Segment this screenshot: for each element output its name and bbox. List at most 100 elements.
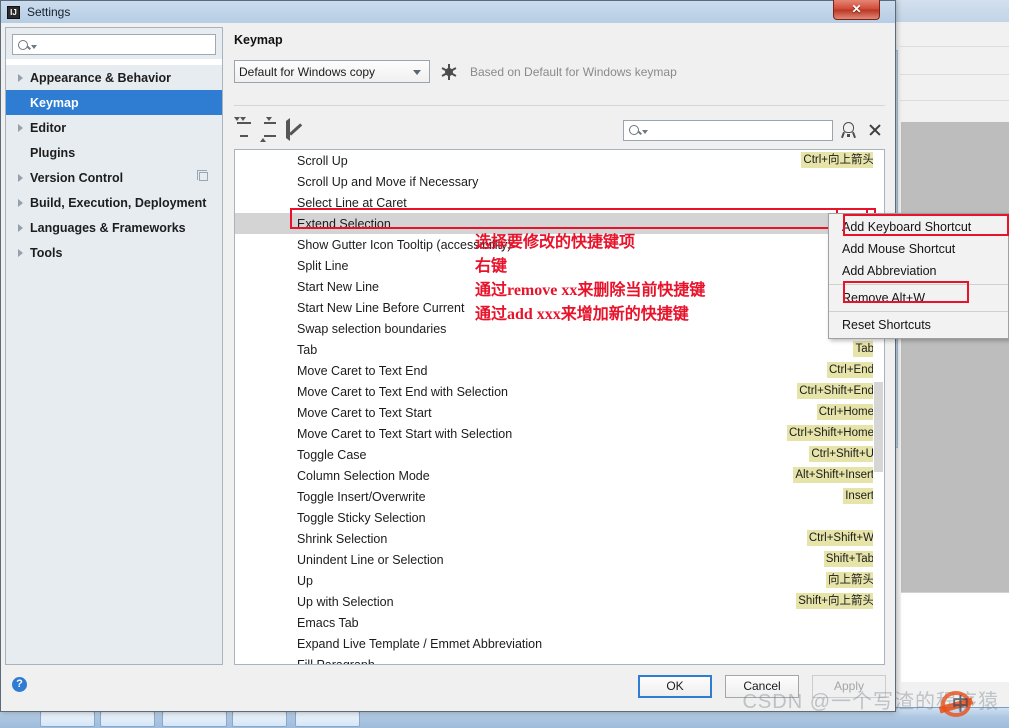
table-row[interactable]: Column Selection ModeAlt+Shift+Insert (235, 465, 884, 486)
annotation-box-remove-shortcut (843, 281, 969, 303)
table-row[interactable]: Scroll UpCtrl+向上箭头 (235, 150, 884, 171)
table-row[interactable]: Unindent Line or Selection Shift+Tab (235, 549, 884, 570)
shortcut-badge: 向上箭头 (826, 572, 876, 588)
sidebar-item-build-execution-deployment[interactable]: Build, Execution, Deployment (6, 190, 222, 215)
action-name: Move Caret to Text End (297, 364, 427, 378)
shortcut-badge: Ctrl+End (827, 362, 876, 378)
action-name: Toggle Sticky Selection (297, 511, 426, 525)
action-name: Start New Line (297, 280, 379, 294)
chevron-right-icon[interactable] (18, 224, 23, 232)
action-name: Toggle Insert/Overwrite (297, 490, 426, 504)
clear-filter-close-icon[interactable] (865, 121, 885, 139)
chevron-right-icon[interactable] (18, 74, 23, 82)
gear-icon[interactable] (442, 65, 456, 79)
sidebar-item-plugins[interactable]: Plugins (6, 140, 222, 165)
annotation-line: 通过remove xx来删除当前快捷键 (475, 276, 705, 300)
table-row[interactable]: Shrink Selection Ctrl+Shift+W (235, 528, 884, 549)
sidebar-item-keymap[interactable]: Keymap (6, 90, 222, 115)
action-name: Fill Paragraph (297, 658, 375, 666)
shortcut-badge: Shift+向上箭头 (796, 593, 876, 609)
sidebar-item-label: Editor (30, 121, 66, 135)
annotation-box-selected-row (290, 208, 876, 229)
table-row[interactable]: Scroll Up and Move if Necessary (235, 171, 884, 192)
table-row[interactable]: Move Caret to Text StartCtrl+Home (235, 402, 884, 423)
action-name: Tab (297, 343, 317, 357)
sidebar-item-version-control[interactable]: Version Control (6, 165, 222, 190)
background-divider (889, 100, 1009, 101)
shortcut-badge: Ctrl+Shift+U (809, 446, 876, 462)
list-scrollbar-thumb[interactable] (874, 382, 883, 472)
action-name: Split Line (297, 259, 348, 273)
collapse-all-icon[interactable] (260, 121, 280, 139)
app-icon: IJ (7, 6, 20, 19)
taskbar-button[interactable] (100, 711, 155, 727)
table-row[interactable]: Fill Paragraph (235, 654, 884, 665)
action-name: Unindent Line or Selection (297, 553, 444, 567)
sidebar-item-languages-frameworks[interactable]: Languages & Frameworks (6, 215, 222, 240)
action-name: Toggle Case (297, 448, 367, 462)
taskbar-button[interactable] (232, 711, 287, 727)
action-name: Column Selection Mode (297, 469, 430, 483)
keymap-select-value: Default for Windows copy (239, 65, 375, 79)
sidebar-item-label: Tools (30, 246, 62, 260)
shortcut-badge: Ctrl+Home (817, 404, 876, 420)
table-row[interactable]: Up 向上箭头 (235, 570, 884, 591)
sidebar-item-tools[interactable]: Tools (6, 240, 222, 265)
table-row[interactable]: TabTab (235, 339, 884, 360)
menu-item-add-mouse-shortcut[interactable]: Add Mouse Shortcut (829, 238, 1008, 260)
shortcut-badge: Ctrl+Shift+Home (787, 425, 876, 441)
shortcut-badge: Ctrl+Shift+W (807, 530, 876, 546)
action-name: Scroll Up and Move if Necessary (297, 175, 478, 189)
expand-all-icon[interactable] (234, 121, 254, 139)
close-icon[interactable]: ✕ (833, 0, 880, 20)
sidebar-item-appearance-behavior[interactable]: Appearance & Behavior (6, 65, 222, 90)
chevron-right-icon[interactable] (18, 199, 23, 207)
taskbar-button[interactable] (295, 711, 360, 727)
action-name: Expand Live Template / Emmet Abbreviatio… (297, 637, 542, 651)
sidebar-item-label: Build, Execution, Deployment (30, 196, 206, 210)
keymap-select[interactable]: Default for Windows copy (234, 60, 430, 83)
keymap-selector-row: Default for Windows copy Based on Defaul… (234, 60, 891, 83)
table-row[interactable]: Toggle Case Ctrl+Shift+U (235, 444, 884, 465)
find-shortcut-icon[interactable] (839, 121, 861, 139)
table-row[interactable]: Expand Live Template / Emmet Abbreviatio… (235, 633, 884, 654)
settings-dialog: IJ Settings ✕ Appearance & BehaviorKeyma… (0, 0, 896, 712)
chevron-down-icon (31, 45, 37, 49)
shortcut-search-input[interactable] (623, 120, 833, 141)
table-row[interactable]: Emacs Tab (235, 612, 884, 633)
settings-sidebar: Appearance & BehaviorKeymap Editor Plugins… (5, 27, 223, 665)
dialog-titlebar[interactable]: IJ Settings ✕ (1, 1, 895, 23)
action-name: Up (297, 574, 313, 588)
action-name: Move Caret to Text End with Selection (297, 385, 508, 399)
sidebar-item-label: Plugins (30, 146, 75, 160)
taskbar-button[interactable] (162, 711, 227, 727)
action-name: Shrink Selection (297, 532, 387, 546)
table-row[interactable]: Split LineCt (235, 255, 884, 276)
ok-button[interactable]: OK (638, 675, 712, 698)
table-row[interactable]: Up with SelectionShift+向上箭头 (235, 591, 884, 612)
help-icon[interactable]: ? (12, 677, 27, 692)
copy-icon[interactable] (199, 172, 208, 181)
dialog-body: Appearance & BehaviorKeymap Editor Plugins… (1, 23, 895, 711)
shortcut-badge: Ctrl+Shift+End (797, 383, 876, 399)
keymap-toolbar (234, 114, 885, 146)
sidebar-search-input[interactable] (12, 34, 216, 55)
table-row[interactable]: Move Caret to Text End with Selection Ctr… (235, 381, 884, 402)
table-row[interactable]: Toggle Sticky Selection (235, 507, 884, 528)
pencil-icon[interactable] (286, 121, 306, 139)
table-row[interactable]: Toggle Insert/OverwriteInsert (235, 486, 884, 507)
sidebar-item-label: Version Control (30, 171, 123, 185)
menu-item-reset-shortcuts[interactable]: Reset Shortcuts (829, 314, 1008, 336)
chevron-right-icon[interactable] (18, 124, 23, 132)
chevron-right-icon[interactable] (18, 249, 23, 257)
table-row[interactable]: Move Caret to Text End Ctrl+End (235, 360, 884, 381)
taskbar-button[interactable] (40, 711, 95, 727)
menu-item-add-abbreviation[interactable]: Add Abbreviation (829, 260, 1008, 282)
shortcut-badge: Shift+Tab (824, 551, 876, 567)
sidebar-item-label: Languages & Frameworks (30, 221, 186, 235)
sidebar-search-wrap (6, 28, 222, 59)
sidebar-item-editor[interactable]: Editor (6, 115, 222, 140)
annotation-box-add-keyboard-shortcut (843, 214, 1009, 236)
chevron-right-icon[interactable] (18, 174, 23, 182)
table-row[interactable]: Move Caret to Text Start with SelectionC… (235, 423, 884, 444)
